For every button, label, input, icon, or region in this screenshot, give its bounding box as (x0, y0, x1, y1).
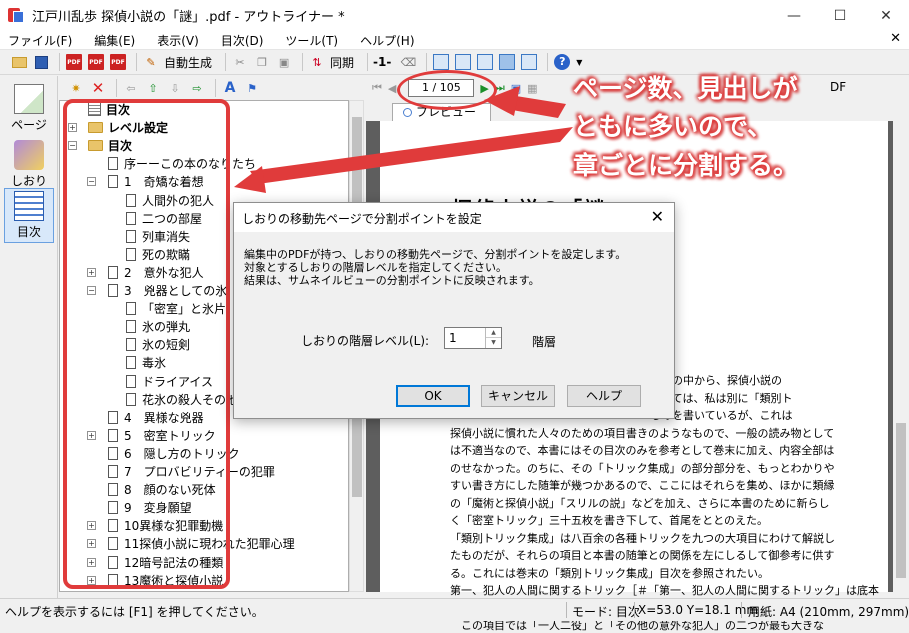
status-paper-size: 用紙: A4 (210mm, 297mm) (748, 605, 909, 619)
status-mode: モード: 目次 (572, 605, 640, 619)
ok-button[interactable]: OK (396, 385, 470, 407)
stepper-up-icon[interactable]: ▲ (486, 328, 501, 338)
annotation-line-1: ページ数、見出しが (573, 74, 798, 103)
bookmark-level-stepper[interactable]: 1 ▲ ▼ (444, 327, 502, 349)
cancel-button[interactable]: キャンセル (481, 385, 555, 407)
bookmark-level-label: しおりの階層レベル(L): (301, 334, 430, 348)
bookmark-level-value[interactable]: 1 (449, 331, 457, 345)
stepper-down-icon[interactable]: ▼ (486, 338, 501, 348)
status-help-hint: ヘルプを表示するには [F1] を押してください。 (5, 605, 264, 619)
annotation-line-3: 章ごとに分割する。 (573, 151, 799, 180)
dialog-description-3: 結果は、サムネイルビューの分割ポイントに反映されます。 (244, 274, 540, 287)
status-bar: ヘルプを表示するには [F1] を押してください。 モード: 目次 X=53.0… (0, 598, 909, 621)
dialog-title-bar: しおりの移動先ページで分割ポイントを設定 ✕ (234, 203, 674, 232)
split-point-dialog: しおりの移動先ページで分割ポイントを設定 ✕ 編集中のPDFが持つ、しおりの移動… (233, 202, 675, 419)
level-unit-label: 階層 (532, 335, 557, 349)
help-button[interactable]: ヘルプ (567, 385, 641, 407)
dialog-title: しおりの移動先ページで分割ポイントを設定 (242, 212, 482, 226)
annotation-line-2: ともに多いので、 (573, 112, 773, 141)
dialog-close-icon[interactable]: ✕ (651, 207, 664, 226)
